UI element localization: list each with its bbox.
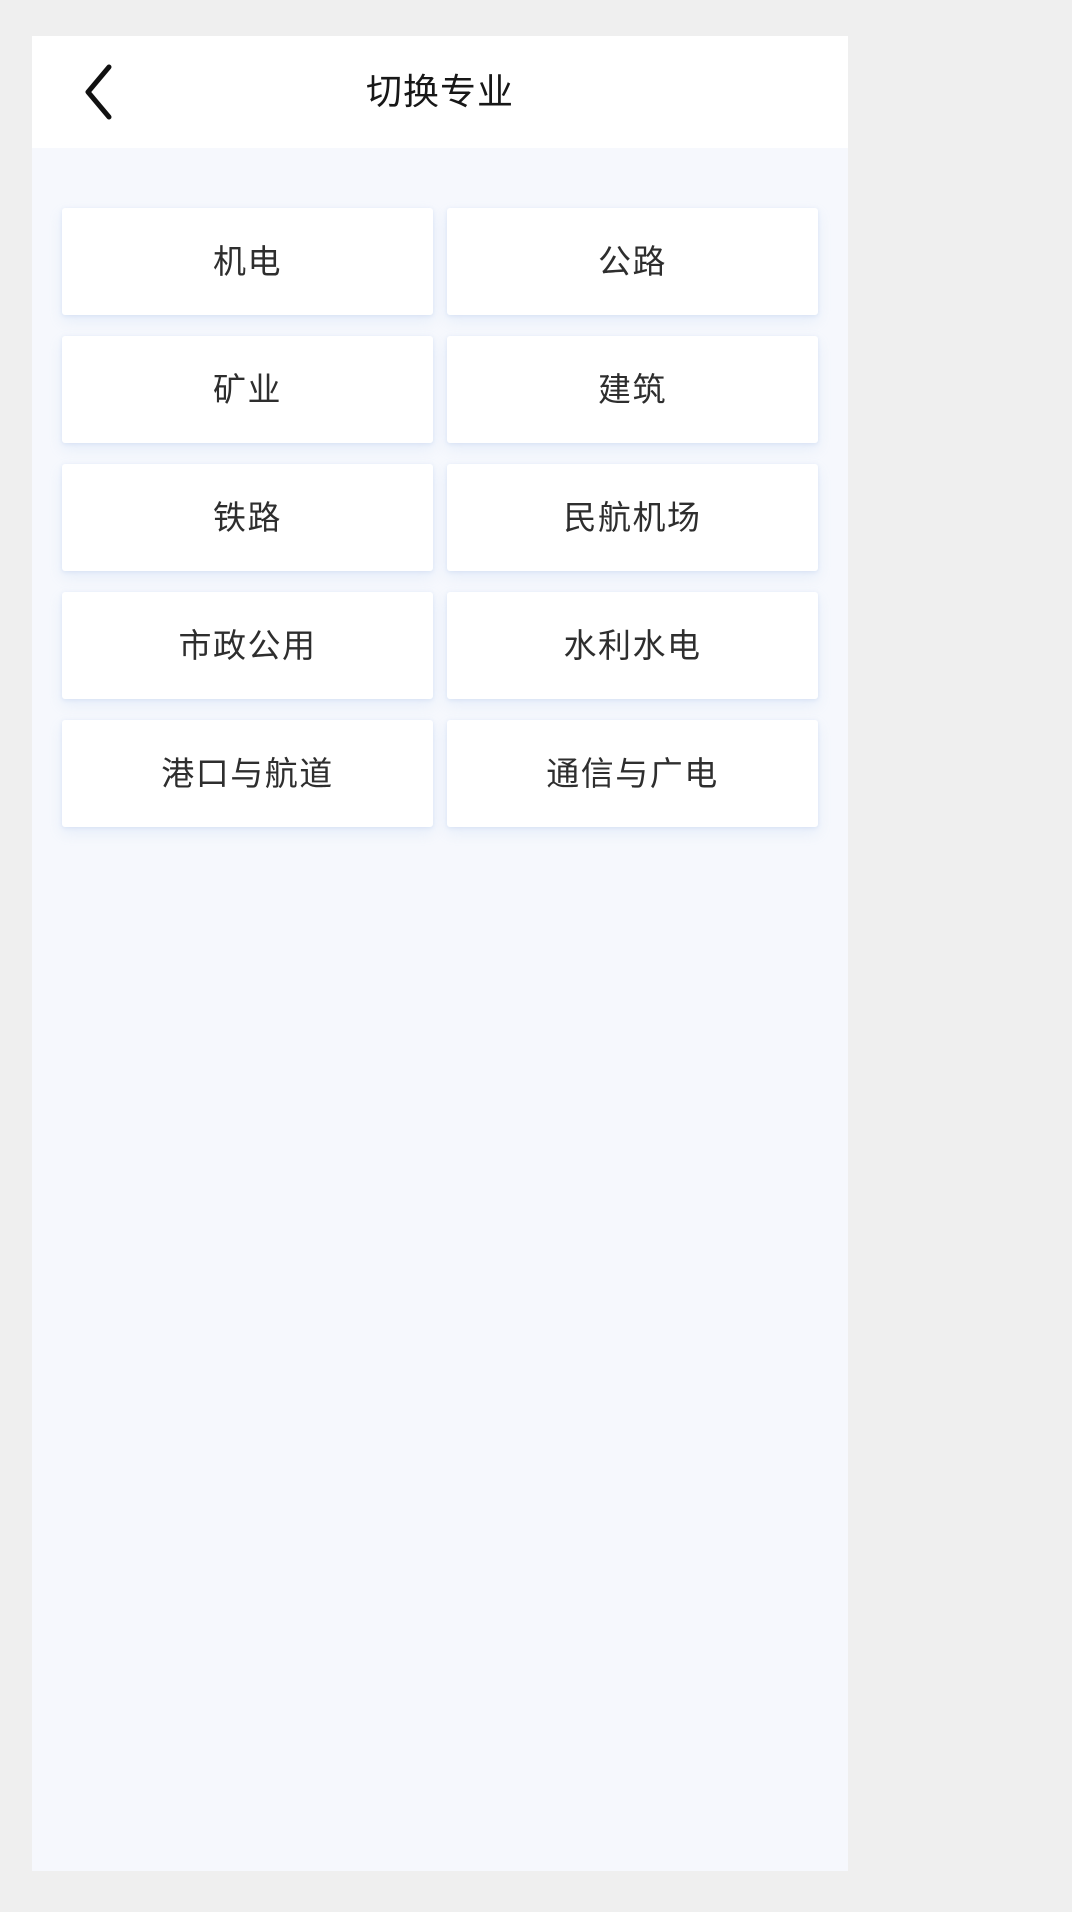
major-grid-container: 机电 公路 矿业 建筑 铁路 民航机场 市政公用 水利水电 港口与航道 通信与广… <box>32 148 848 827</box>
major-label: 公路 <box>598 243 667 280</box>
major-option-0[interactable]: 机电 <box>62 208 433 315</box>
major-grid: 机电 公路 矿业 建筑 铁路 民航机场 市政公用 水利水电 港口与航道 通信与广… <box>62 208 818 827</box>
major-label: 建筑 <box>598 371 667 408</box>
back-button[interactable] <box>56 36 142 148</box>
major-label: 矿业 <box>213 371 282 408</box>
chevron-left-icon <box>81 63 117 121</box>
major-label: 市政公用 <box>178 627 317 664</box>
major-option-8[interactable]: 港口与航道 <box>62 720 433 827</box>
major-option-2[interactable]: 矿业 <box>62 336 433 443</box>
major-option-9[interactable]: 通信与广电 <box>447 720 818 827</box>
major-label: 港口与航道 <box>161 755 334 792</box>
major-label: 机电 <box>213 243 282 280</box>
major-option-5[interactable]: 民航机场 <box>447 464 818 571</box>
major-option-7[interactable]: 水利水电 <box>447 592 818 699</box>
major-label: 通信与广电 <box>546 755 719 792</box>
major-label: 民航机场 <box>563 499 702 536</box>
major-option-3[interactable]: 建筑 <box>447 336 818 443</box>
major-label: 铁路 <box>213 499 282 536</box>
navigation-bar: 切换专业 <box>32 36 848 148</box>
major-label: 水利水电 <box>563 627 702 664</box>
major-option-1[interactable]: 公路 <box>447 208 818 315</box>
major-option-6[interactable]: 市政公用 <box>62 592 433 699</box>
major-option-4[interactable]: 铁路 <box>62 464 433 571</box>
phone-screen: 切换专业 机电 公路 矿业 建筑 铁路 民航机场 市政公用 水利水电 港口与航道… <box>32 36 848 1871</box>
page-title: 切换专业 <box>365 71 514 112</box>
